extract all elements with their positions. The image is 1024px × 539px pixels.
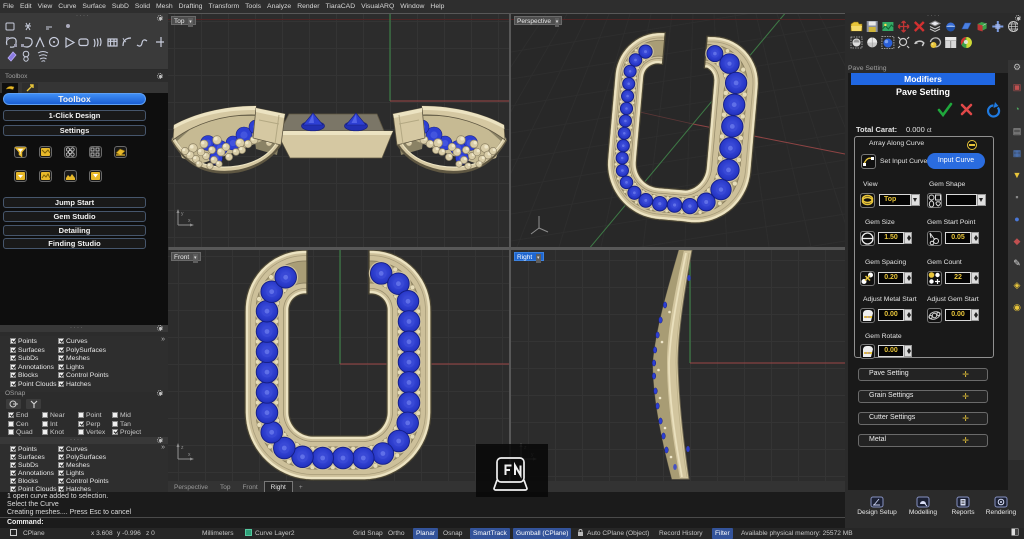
svg-text:◈: ◈	[1014, 280, 1021, 290]
svg-text:◆: ◆	[1014, 236, 1021, 246]
svg-text:▼: ▼	[1013, 170, 1022, 180]
svg-text:y: y	[181, 211, 184, 217]
svg-text:⚙: ⚙	[1013, 62, 1021, 72]
svg-text:▪: ▪	[1015, 192, 1018, 202]
svg-text:x: x	[188, 452, 191, 458]
svg-text:◉: ◉	[1013, 302, 1021, 312]
svg-text:z: z	[181, 445, 184, 451]
svg-text:▣: ▣	[1013, 82, 1022, 92]
svg-text:◔: ◔	[1014, 104, 1019, 114]
svg-text:●: ●	[1014, 214, 1019, 224]
svg-text:x: x	[188, 218, 191, 224]
svg-text:▤: ▤	[1013, 126, 1022, 136]
svg-text:▦: ▦	[1013, 148, 1022, 158]
svg-text:✎: ✎	[1013, 258, 1021, 268]
